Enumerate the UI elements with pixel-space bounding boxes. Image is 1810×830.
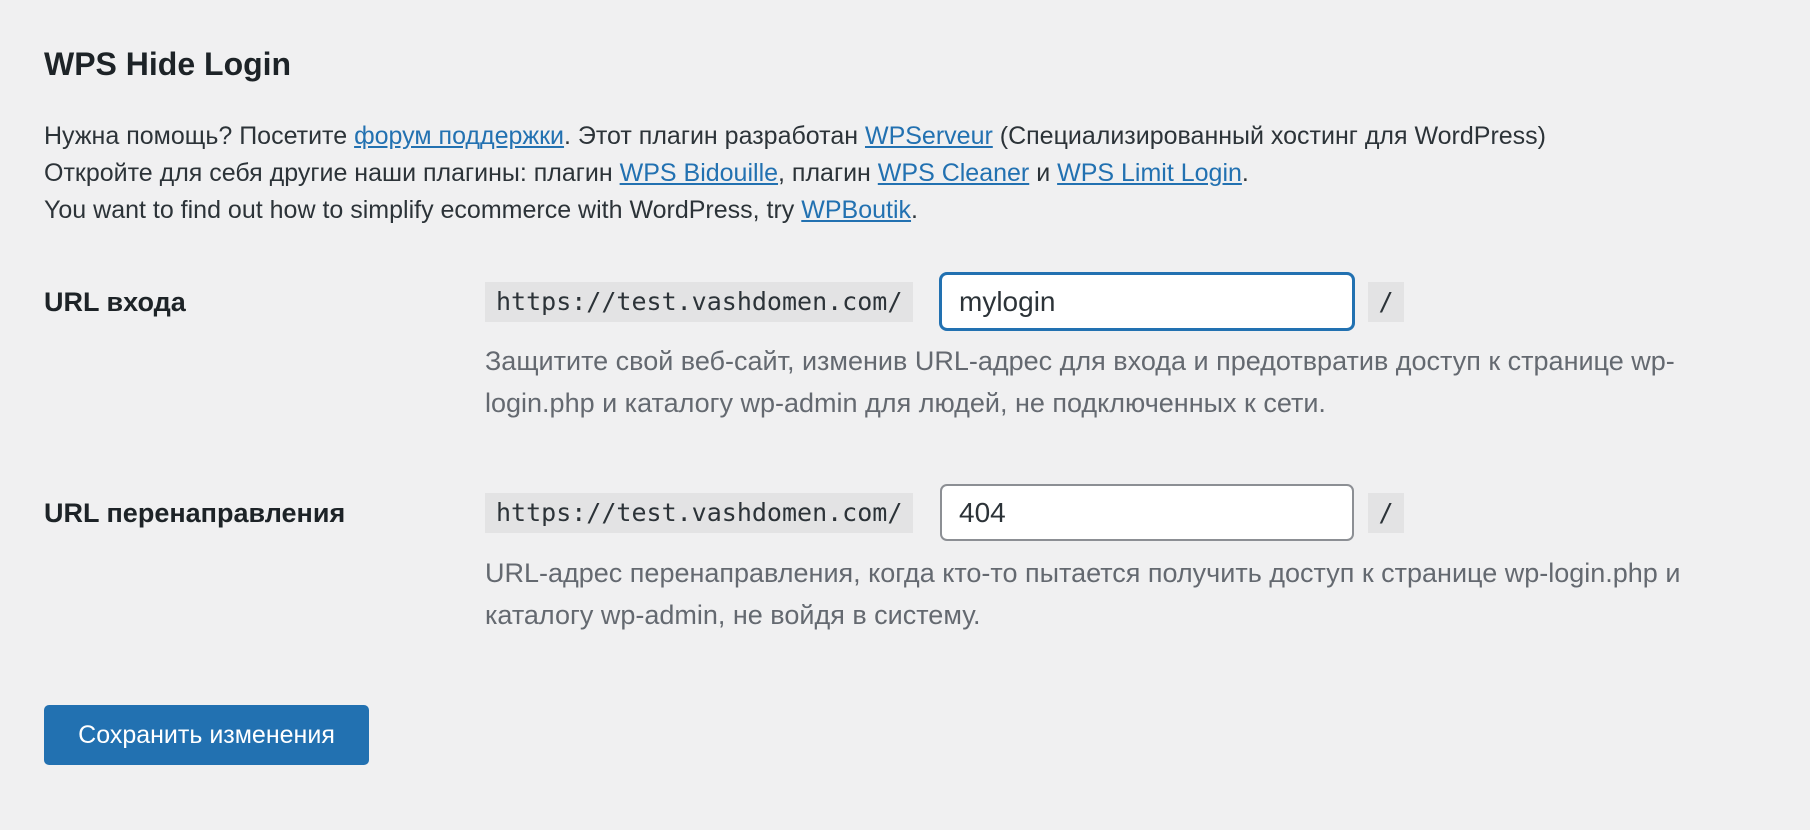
redirect-url-description: URL-адрес перенаправления, когда кто-то … xyxy=(485,558,1681,630)
login-url-label: URL входа xyxy=(44,287,186,317)
intro-text: Нужна помощь? Посетите форум поддержки. … xyxy=(44,118,1546,229)
wps-limit-login-link[interactable]: WPS Limit Login xyxy=(1057,159,1242,187)
wps-bidouille-link[interactable]: WPS Bidouille xyxy=(620,159,778,187)
intro-text-segment: (Специализированный хостинг для WordPres… xyxy=(992,122,1547,150)
save-changes-button[interactable]: Сохранить изменения xyxy=(44,705,369,765)
redirect-url-suffix: / xyxy=(1368,493,1404,533)
intro-line-ecommerce: You want to find out how to simplify eco… xyxy=(44,192,1546,229)
intro-line-plugins: Откройте для себя другие наши плагины: п… xyxy=(44,155,1546,192)
intro-text-segment: и xyxy=(1029,159,1058,187)
login-url-suffix: / xyxy=(1368,282,1404,322)
wpserveur-link[interactable]: WPServeur xyxy=(865,122,993,150)
intro-text-segment: . xyxy=(911,196,918,224)
intro-text-segment: Нужна помощь? Посетите xyxy=(44,122,355,150)
intro-text-segment: , плагин xyxy=(778,159,878,187)
page-title: WPS Hide Login xyxy=(44,46,292,82)
intro-text-segment: . Этот плагин разработан xyxy=(564,122,865,150)
redirect-url-prefix: https://test.vashdomen.com/ xyxy=(485,493,914,533)
wps-cleaner-link[interactable]: WPS Cleaner xyxy=(878,159,1029,187)
intro-text-segment: You want to find out how to simplify eco… xyxy=(44,196,802,224)
intro-text-segment: Откройте для себя другие наши плагины: п… xyxy=(44,159,620,187)
login-url-prefix: https://test.vashdomen.com/ xyxy=(485,282,914,322)
wpboutik-link[interactable]: WPBoutik xyxy=(801,196,911,224)
support-forum-link[interactable]: форум поддержки xyxy=(354,122,564,150)
redirect-url-label: URL перенаправления xyxy=(44,498,346,528)
redirect-url-input[interactable] xyxy=(940,484,1354,541)
login-url-description: Защитите свой веб-сайт, изменив URL-адре… xyxy=(485,346,1675,418)
login-url-input[interactable] xyxy=(940,273,1354,330)
intro-text-segment: . xyxy=(1241,159,1249,187)
intro-line-support: Нужна помощь? Посетите форум поддержки. … xyxy=(44,118,1546,155)
